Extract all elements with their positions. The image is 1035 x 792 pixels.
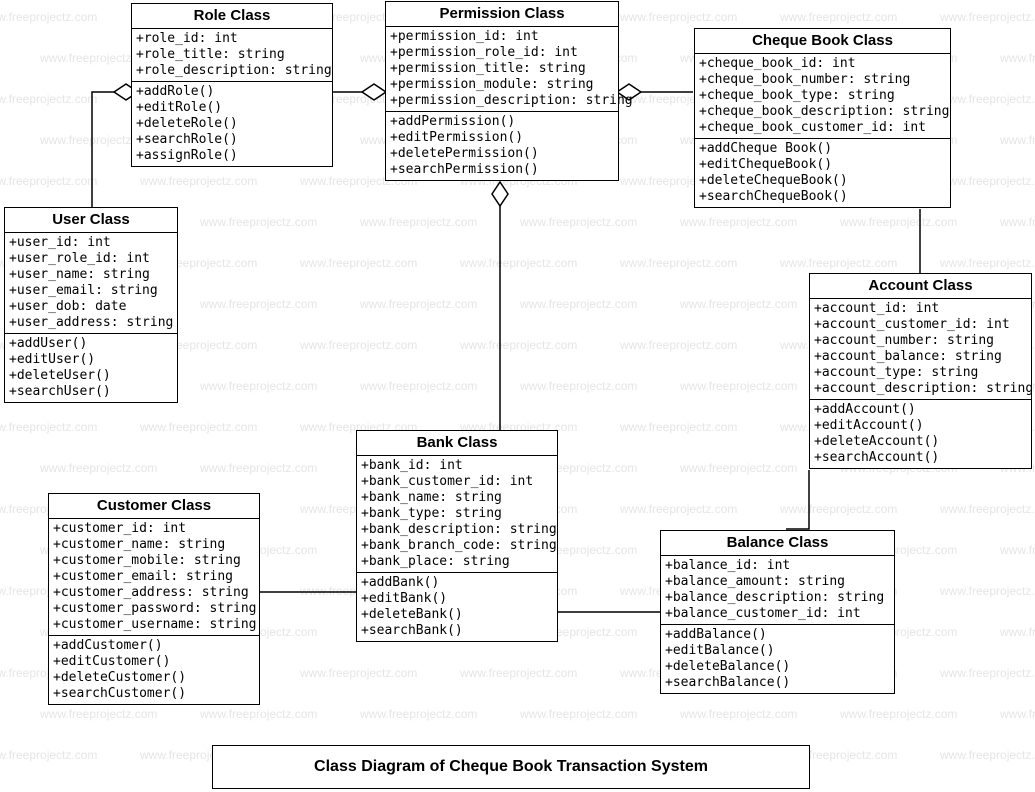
watermark-text: www.freeprojectz.com (300, 666, 417, 680)
watermark-text: www.freeprojectz.com (840, 707, 957, 721)
watermark-text: www.freeprojectz.com (1000, 625, 1035, 639)
watermark-text: www.freeprojectz.com (200, 461, 317, 475)
uml-class-account: Account Class +account_id: int+account_c… (809, 273, 1032, 469)
watermark-text: www.freeprojectz.com (520, 215, 637, 229)
watermark-text: www.freeprojectz.com (40, 461, 157, 475)
class-title: Customer Class (49, 494, 259, 519)
class-operations: +addUser()+editUser()+deleteUser()+searc… (5, 334, 177, 402)
watermark-text: www.freeprojectz.com (940, 748, 1035, 762)
class-title: Permission Class (386, 2, 618, 27)
watermark-text: www.freeprojectz.com (1000, 215, 1035, 229)
class-attributes: +role_id: int+role_title: string+role_de… (132, 29, 332, 82)
class-attributes: +cheque_book_id: int+cheque_book_number:… (695, 54, 950, 139)
watermark-text: www.freeprojectz.com (940, 256, 1035, 270)
watermark-text: www.freeprojectz.com (200, 215, 317, 229)
class-attributes: +account_id: int+account_customer_id: in… (810, 299, 1031, 400)
class-title: Balance Class (661, 531, 894, 556)
watermark-text: www.freeprojectz.com (520, 297, 637, 311)
watermark-text: www.freeprojectz.com (780, 256, 897, 270)
watermark-text: www.freeprojectz.com (1000, 707, 1035, 721)
watermark-text: www.freeprojectz.com (520, 707, 637, 721)
watermark-text: www.freeprojectz.com (940, 502, 1035, 516)
watermark-text: www.freeprojectz.com (680, 461, 797, 475)
class-title: User Class (5, 208, 177, 233)
watermark-text: www.freeprojectz.com (620, 10, 737, 24)
watermark-text: www.freeprojectz.com (840, 215, 957, 229)
watermark-text: www.freeprojectz.com (1000, 133, 1035, 147)
watermark-text: www.freeprojectz.com (680, 379, 797, 393)
watermark-text: www.freeprojectz.com (0, 174, 97, 188)
watermark-text: www.freeprojectz.com (940, 584, 1035, 598)
class-attributes: +bank_id: int+bank_customer_id: int+bank… (357, 456, 557, 573)
watermark-text: www.freeprojectz.com (680, 707, 797, 721)
diagram-caption: Class Diagram of Cheque Book Transaction… (212, 745, 810, 789)
class-attributes: +user_id: int+user_role_id: int+user_nam… (5, 233, 177, 334)
uml-class-customer: Customer Class +customer_id: int+custome… (48, 493, 260, 705)
class-title: Account Class (810, 274, 1031, 299)
watermark-text: www.freeprojectz.com (40, 707, 157, 721)
watermark-text: www.freeprojectz.com (300, 256, 417, 270)
watermark-text: www.freeprojectz.com (1000, 51, 1035, 65)
class-attributes: +balance_id: int+balance_amount: string+… (661, 556, 894, 625)
watermark-text: www.freeprojectz.com (680, 215, 797, 229)
class-title: Bank Class (357, 431, 557, 456)
uml-class-bank: Bank Class +bank_id: int+bank_customer_i… (356, 430, 558, 642)
watermark-text: www.freeprojectz.com (940, 92, 1035, 106)
watermark-text: www.freeprojectz.com (780, 10, 897, 24)
watermark-text: www.freeprojectz.com (620, 338, 737, 352)
uml-class-chequebook: Cheque Book Class +cheque_book_id: int+c… (694, 28, 951, 208)
watermark-text: www.freeprojectz.com (460, 666, 577, 680)
watermark-text: www.freeprojectz.com (200, 297, 317, 311)
class-operations: +addRole()+editRole()+deleteRole()+searc… (132, 82, 332, 166)
watermark-text: www.freeprojectz.com (0, 420, 97, 434)
watermark-text: www.freeprojectz.com (1000, 543, 1035, 557)
class-operations: +addBank()+editBank()+deleteBank()+searc… (357, 573, 557, 641)
watermark-text: www.freeprojectz.com (300, 338, 417, 352)
watermark-text: www.freeprojectz.com (0, 10, 97, 24)
watermark-text: www.freeprojectz.com (200, 707, 317, 721)
class-operations: +addCheque Book()+editChequeBook()+delet… (695, 139, 950, 207)
class-operations: +addBalance()+editBalance()+deleteBalanc… (661, 625, 894, 693)
watermark-text: www.freeprojectz.com (360, 707, 477, 721)
watermark-text: www.freeprojectz.com (460, 256, 577, 270)
watermark-text: www.freeprojectz.com (940, 10, 1035, 24)
watermark-text: www.freeprojectz.com (360, 297, 477, 311)
watermark-text: www.freeprojectz.com (0, 92, 97, 106)
class-operations: +addPermission()+editPermission()+delete… (386, 112, 618, 180)
uml-class-permission: Permission Class +permission_id: int+per… (385, 1, 619, 181)
uml-class-balance: Balance Class +balance_id: int+balance_a… (660, 530, 895, 694)
class-operations: +addCustomer()+editCustomer()+deleteCust… (49, 636, 259, 704)
watermark-text: www.freeprojectz.com (0, 748, 97, 762)
watermark-text: www.freeprojectz.com (360, 379, 477, 393)
class-operations: +addAccount()+editAccount()+deleteAccoun… (810, 400, 1031, 468)
class-title: Role Class (132, 4, 332, 29)
watermark-text: www.freeprojectz.com (620, 502, 737, 516)
uml-class-role: Role Class +role_id: int+role_title: str… (131, 3, 333, 167)
watermark-text: www.freeprojectz.com (680, 297, 797, 311)
watermark-text: www.freeprojectz.com (140, 420, 257, 434)
diagram-canvas: www.freeprojectz.com www.freeprojectz.com… (0, 0, 1035, 792)
class-attributes: +customer_id: int+customer_name: string+… (49, 519, 259, 636)
watermark-text: www.freeprojectz.com (620, 420, 737, 434)
watermark-text: www.freeprojectz.com (200, 379, 317, 393)
watermark-text: www.freeprojectz.com (460, 338, 577, 352)
watermark-text: www.freeprojectz.com (940, 666, 1035, 680)
watermark-text: www.freeprojectz.com (620, 256, 737, 270)
watermark-text: www.freeprojectz.com (360, 215, 477, 229)
class-attributes: +permission_id: int+permission_role_id: … (386, 27, 618, 112)
watermark-text: www.freeprojectz.com (940, 174, 1035, 188)
class-title: Cheque Book Class (695, 29, 950, 54)
uml-class-user: User Class +user_id: int+user_role_id: i… (4, 207, 178, 403)
watermark-text: www.freeprojectz.com (780, 502, 897, 516)
watermark-text: www.freeprojectz.com (520, 379, 637, 393)
watermark-text: www.freeprojectz.com (140, 174, 257, 188)
